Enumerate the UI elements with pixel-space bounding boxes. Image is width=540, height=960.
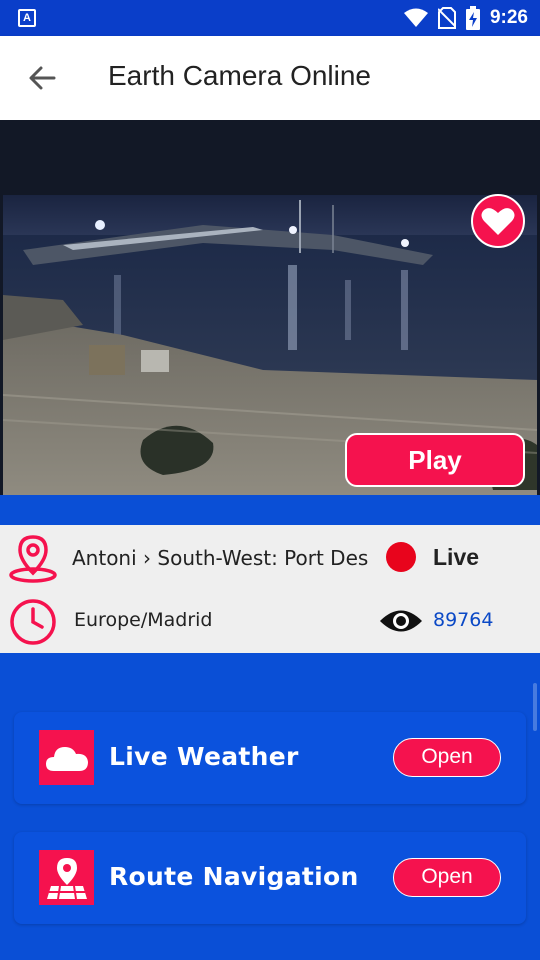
- live-weather-tile: [39, 730, 94, 785]
- live-indicator-dot: [386, 542, 416, 572]
- map-pin-icon: [46, 857, 87, 899]
- route-navigation-tile: [39, 850, 94, 905]
- route-navigation-card[interactable]: Route Navigation Open: [14, 832, 526, 924]
- clock-icon: [10, 599, 56, 645]
- heart-icon: [481, 208, 515, 235]
- scrollbar[interactable]: [533, 683, 537, 731]
- live-weather-card[interactable]: Live Weather Open: [14, 712, 526, 804]
- live-weather-open-button[interactable]: Open: [393, 738, 501, 777]
- wifi-icon: [403, 8, 428, 27]
- timezone-text: Europe/Madrid: [74, 609, 213, 631]
- location-pin-icon: [9, 535, 57, 583]
- location-text: Antoni › South-West: Port Des Torrent: [72, 546, 368, 570]
- page-title: Earth Camera Online: [108, 60, 372, 91]
- app-notification-icon: A: [18, 9, 36, 27]
- eye-icon: [380, 610, 422, 632]
- live-status: Live: [433, 544, 480, 570]
- view-count: 89764: [433, 609, 494, 631]
- play-button[interactable]: Play: [345, 433, 525, 487]
- status-bar: A 9:26: [0, 0, 540, 36]
- favorite-button[interactable]: [471, 194, 525, 248]
- back-arrow-icon[interactable]: [24, 62, 60, 94]
- route-navigation-open-button[interactable]: Open: [393, 858, 501, 897]
- live-weather-label: Live Weather: [109, 742, 299, 771]
- cloud-icon: [45, 746, 88, 771]
- no-sim-icon: [437, 7, 456, 29]
- app-bar: Earth Camera Online: [0, 36, 540, 120]
- battery-charging-icon: [465, 6, 480, 30]
- camera-info-panel: Antoni › South-West: Port Des Torrent Li…: [0, 525, 540, 653]
- clock-time: 9:26: [489, 7, 528, 28]
- route-navigation-label: Route Navigation: [109, 862, 359, 891]
